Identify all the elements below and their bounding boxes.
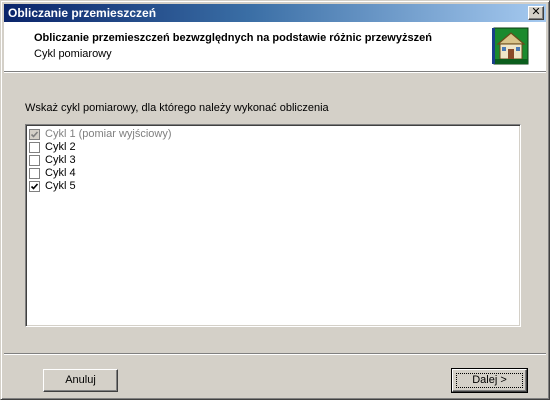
dialog-window: Obliczanie przemieszczeń ✕ Obliczanie pr… xyxy=(0,0,550,400)
wizard-header: Obliczanie przemieszczeń bezwzględnych n… xyxy=(4,22,546,72)
next-button-label: Dalej > xyxy=(472,374,507,386)
window-title: Obliczanie przemieszczeń xyxy=(8,6,157,20)
cancel-button-label: Anuluj xyxy=(65,374,96,386)
header-separator xyxy=(4,72,546,73)
cycle-label: Cykl 2 xyxy=(45,141,76,153)
header-title: Obliczanie przemieszczeń bezwzględnych n… xyxy=(34,32,432,44)
cycle-label: Cykl 5 xyxy=(45,180,76,192)
close-button[interactable]: ✕ xyxy=(528,6,544,20)
cycle-label: Cykl 4 xyxy=(45,167,76,179)
wizard-house-icon xyxy=(492,27,529,65)
cycle-checkbox[interactable] xyxy=(29,155,40,166)
cycle-checkbox xyxy=(29,129,40,140)
cycle-label: Cykl 1 (pomiar wyjściowy) xyxy=(45,128,172,140)
cancel-button[interactable]: Anuluj xyxy=(43,369,118,392)
cycle-label: Cykl 3 xyxy=(45,154,76,166)
cycle-checkbox[interactable] xyxy=(29,142,40,153)
cycle-checkbox[interactable] xyxy=(29,181,40,192)
header-subtitle: Cykl pomiarowy xyxy=(34,48,112,60)
close-icon: ✕ xyxy=(531,6,541,18)
title-bar[interactable]: Obliczanie przemieszczeń ✕ xyxy=(4,4,546,22)
instruction-label: Wskaż cykl pomiarowy, dla którego należy… xyxy=(25,102,329,114)
cycle-checkbox[interactable] xyxy=(29,168,40,179)
next-button[interactable]: Dalej > xyxy=(451,368,528,393)
cycle-listbox[interactable]: Cykl 1 (pomiar wyjściowy) Cykl 2 Cykl 3 Cyk… xyxy=(25,124,521,327)
